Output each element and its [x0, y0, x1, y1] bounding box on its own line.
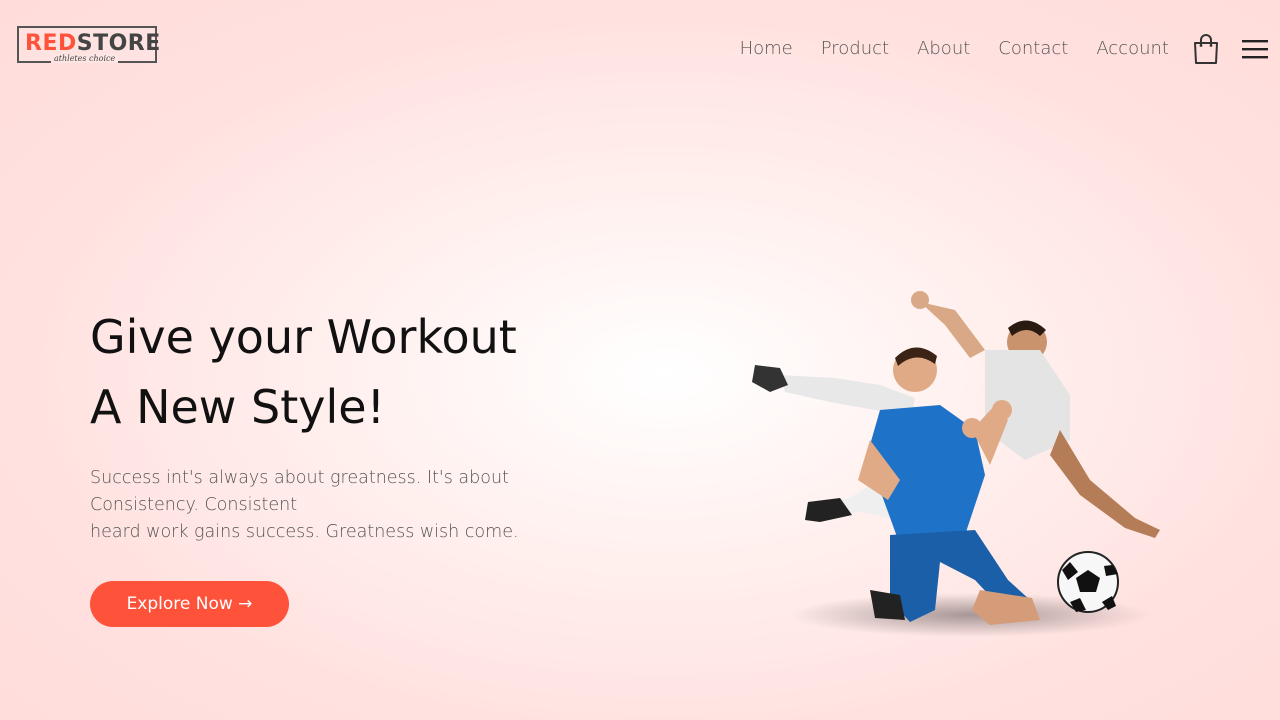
football-players-image: [752, 291, 1160, 637]
nav-contact[interactable]: Contact: [998, 36, 1068, 62]
logo-red-text: RED: [25, 31, 77, 56]
hero-title: Give your Workout A New Style!: [90, 302, 650, 442]
logo-tagline: athletes choice: [51, 54, 119, 63]
hero-desc-line3: heard work gains success. Greatness wish…: [90, 522, 519, 542]
shopping-bag-icon[interactable]: [1192, 33, 1220, 65]
hamburger-menu-icon[interactable]: [1242, 38, 1268, 60]
nav-product[interactable]: Product: [821, 36, 889, 62]
explore-now-button[interactable]: Explore Now →: [90, 581, 289, 627]
nav-home[interactable]: Home: [740, 36, 793, 62]
logo-store-text: STORE: [76, 31, 161, 56]
main-nav: Home Product About Contact Account: [740, 36, 1169, 62]
nav-account[interactable]: Account: [1096, 36, 1169, 62]
navbar: REDSTORE athletes choice Home Product Ab…: [0, 0, 1280, 96]
hero-title-line1: Give your Workout: [90, 310, 517, 364]
hero-desc-line1: Success int's always about greatness. It…: [90, 468, 509, 488]
hero-title-line2: A New Style!: [90, 380, 386, 434]
nav-about[interactable]: About: [917, 36, 970, 62]
hero-description: Success int's always about greatness. It…: [90, 465, 550, 546]
redstore-logo[interactable]: REDSTORE athletes choice: [17, 26, 160, 63]
hero-desc-line2: Consistency. Consistent: [90, 495, 298, 515]
